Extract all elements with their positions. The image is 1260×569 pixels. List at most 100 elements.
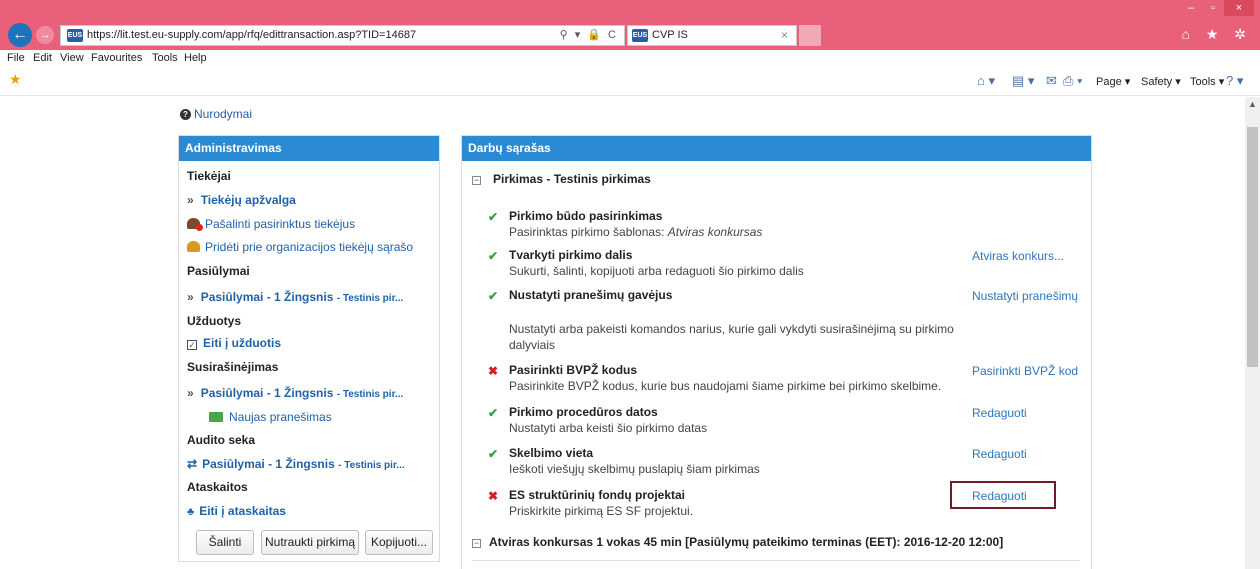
help-label[interactable]: Nurodymai [194, 107, 252, 121]
forward-arrow-icon[interactable]: → [36, 26, 54, 44]
link-suffix[interactable]: - Testinis pir... [338, 460, 405, 471]
menu-file[interactable]: File [7, 52, 25, 64]
task-title: Pasirinkti BVPŽ kodus [509, 363, 638, 377]
link-prideti-tiekejus[interactable]: Pridėti prie organizacijos tiekėjų sąraš… [187, 240, 413, 254]
link-susirasinejimas-step[interactable]: » Pasiūlymai - 1 Žingsnis - Testinis pir.… [187, 386, 403, 400]
task-desc: Priskirkite pirkimą ES SF projektui. [509, 504, 694, 518]
link-pasalinti-tiekejus[interactable]: Pašalinti pasirinktus tiekėjus [187, 217, 355, 231]
home-icon[interactable]: ⌂ ▾ [977, 73, 995, 89]
tab-close-icon[interactable]: × [781, 28, 788, 42]
link-eiti-ataskaitas[interactable]: ♣ Eiti į ataskaitas [187, 504, 286, 518]
browser-tab[interactable]: EUS CVP IS × [627, 25, 797, 46]
scroll-thumb[interactable] [1247, 127, 1258, 367]
address-bar[interactable]: EUS https://lit.test.eu-supply.com/app/r… [60, 25, 625, 46]
back-arrow-icon[interactable]: ← [8, 23, 32, 47]
command-bar: ★ ⌂ ▾ ▤ ▾ ✉ ⎙ ▾ Page ▾ Safety ▾ Tools ▾ … [0, 66, 1260, 96]
check-icon: ✔ [488, 210, 499, 224]
check-icon: ✔ [488, 249, 499, 263]
menu-tools[interactable]: Tools [152, 52, 178, 64]
task-bvpz-kodai: ✖ Pasirinkti BVPŽ kodus Pasirinkite BVPŽ… [488, 363, 968, 395]
link-naujas-pranesimas[interactable]: Naujas pranešimas [209, 410, 332, 424]
menu-favourites[interactable]: Favourites [91, 52, 142, 64]
collapse-icon[interactable]: − [472, 176, 481, 185]
arrows-icon: ⇄ [187, 457, 198, 471]
minimize-icon[interactable]: – [1180, 0, 1202, 16]
chevron-right-icon: » [187, 193, 194, 207]
link-pasiulymai-step[interactable]: » Pasiūlymai - 1 Žingsnis - Testinis pir.… [187, 290, 403, 304]
salinti-button[interactable]: Šalinti [196, 530, 254, 555]
new-tab-button[interactable] [799, 25, 821, 46]
menu-help[interactable]: Help [184, 52, 207, 64]
link-eiti-uzduotis[interactable]: ✓ Eiti į užduotis [187, 336, 281, 350]
section-ataskaitos: Ataskaitos [187, 480, 248, 494]
work-list-header: Darbų sąrašas [462, 136, 1091, 161]
check-icon: ✔ [488, 447, 499, 461]
menu-bar: File Edit View Favourites Tools Help [0, 50, 1260, 66]
address-tools-icon[interactable]: ⚲ ▾ 🔒 C [560, 28, 618, 41]
link-audito-step[interactable]: ⇄ Pasiūlymai - 1 Žingsnis - Testinis pir.… [187, 457, 405, 471]
site-icon: EUS [67, 29, 83, 42]
nutraukti-pirkima-button[interactable]: Nutraukti pirkimą [261, 530, 359, 555]
task-title: Nustatyti pranešimų gavėjus [509, 288, 673, 302]
task-desc: Pasirinkite BVPŽ kodus, kurie bus naudoj… [509, 379, 942, 393]
help-link[interactable]: ? Nurodymai [180, 107, 252, 121]
action-atviras-konkursas[interactable]: Atviras konkurs... [972, 249, 1064, 263]
menu-view[interactable]: View [60, 52, 84, 64]
kopijuoti-button[interactable]: Kopijuoti... [365, 530, 433, 555]
action-pasirinkti-bvpz[interactable]: Pasirinkti BVPŽ kod [972, 364, 1078, 378]
task-proceduros-datos: ✔ Pirkimo procedūros datos Nustatyti arb… [488, 405, 968, 437]
link-label[interactable]: Tiekėjų apžvalga [201, 193, 296, 207]
tools-menu[interactable]: Tools ▾ [1190, 75, 1224, 88]
task-title: ES struktūrinių fondų projektai [509, 488, 686, 502]
link-label[interactable]: Eiti į užduotis [203, 336, 281, 350]
remove-users-icon [187, 218, 203, 231]
action-redaguoti-datos[interactable]: Redaguoti [972, 406, 1027, 420]
check-icon: ✔ [488, 289, 499, 303]
task-template-name: Atviras konkursas [667, 225, 763, 239]
sitemap-icon: ♣ [187, 506, 195, 518]
task-pranesimu-gavejai: ✔ Nustatyti pranešimų gavėjus Nustatyti … [488, 288, 968, 352]
print-icon[interactable]: ⎙ ▾ [1063, 73, 1082, 89]
maximize-icon[interactable]: ▫ [1202, 0, 1224, 16]
link-label[interactable]: Eiti į ataskaitas [199, 504, 286, 518]
link-suffix[interactable]: - Testinis pir... [337, 293, 404, 304]
task-desc: Pasirinktas pirkimo šablonas: Atviras ko… [509, 225, 762, 239]
link-suffix[interactable]: - Testinis pir... [337, 389, 404, 400]
feeds-icon[interactable]: ▤ ▾ [1012, 73, 1034, 89]
chevron-right-icon: » [187, 290, 194, 304]
link-label[interactable]: Pridėti prie organizacijos tiekėjų sąraš… [205, 240, 413, 254]
menu-edit[interactable]: Edit [33, 52, 52, 64]
action-redaguoti-skelbimo[interactable]: Redaguoti [972, 447, 1027, 461]
link-label[interactable]: Pasiūlymai - 1 Žingsnis [201, 386, 334, 400]
link-tiekeju-apzvalga[interactable]: » Tiekėjų apžvalga [187, 193, 296, 207]
close-window-icon[interactable]: × [1224, 0, 1254, 16]
page-menu[interactable]: Page ▾ [1096, 75, 1130, 88]
scroll-up-icon[interactable]: ▲ [1245, 97, 1260, 112]
cross-icon: ✖ [488, 489, 499, 503]
link-label[interactable]: Pašalinti pasirinktus tiekėjus [205, 217, 355, 231]
mail-icon[interactable]: ✉ [1046, 73, 1057, 89]
checkbox-icon: ✓ [187, 340, 197, 350]
work-list-panel: Darbų sąrašas − Pirkimas - Testinis pirki… [461, 135, 1092, 569]
section-uzduotys: Užduotys [187, 314, 241, 328]
action-nustatyti-pranesimu[interactable]: Nustatyti pranešimų [972, 289, 1078, 303]
vertical-scrollbar[interactable]: ▲ [1245, 97, 1260, 569]
group-atviras-konkursas[interactable]: − Atviras konkursas 1 vokas 45 min [Pasiū… [472, 535, 1003, 549]
url-text[interactable]: https://lit.test.eu-supply.com/app/rfq/e… [87, 29, 416, 41]
favorites-star-icon[interactable]: ★ [9, 71, 22, 88]
link-label[interactable]: Naujas pranešimas [229, 410, 332, 424]
home-favorites-settings-icons[interactable]: ⌂ ★ ✲ [1181, 26, 1252, 43]
tab-site-icon: EUS [632, 29, 648, 42]
safety-menu[interactable]: Safety ▾ [1141, 75, 1181, 88]
task-skelbimo-vieta: ✔ Skelbimo vieta Ieškoti viešųjų skelbim… [488, 446, 968, 478]
section-pasiulymai: Pasiūlymai [187, 264, 250, 278]
divider [472, 560, 1080, 561]
window-controls: – ▫ × [1180, 0, 1254, 16]
group-pirkimas[interactable]: − Pirkimas - Testinis pirkimas [472, 172, 651, 186]
collapse-icon[interactable]: − [472, 539, 481, 548]
help-icon[interactable]: ? ▾ [1226, 73, 1243, 89]
link-label[interactable]: Pasiūlymai - 1 Žingsnis [202, 457, 335, 471]
admin-panel-header: Administravimas [179, 136, 439, 161]
link-label[interactable]: Pasiūlymai - 1 Žingsnis [201, 290, 334, 304]
section-susirasinejimas: Susirašinėjimas [187, 360, 279, 374]
